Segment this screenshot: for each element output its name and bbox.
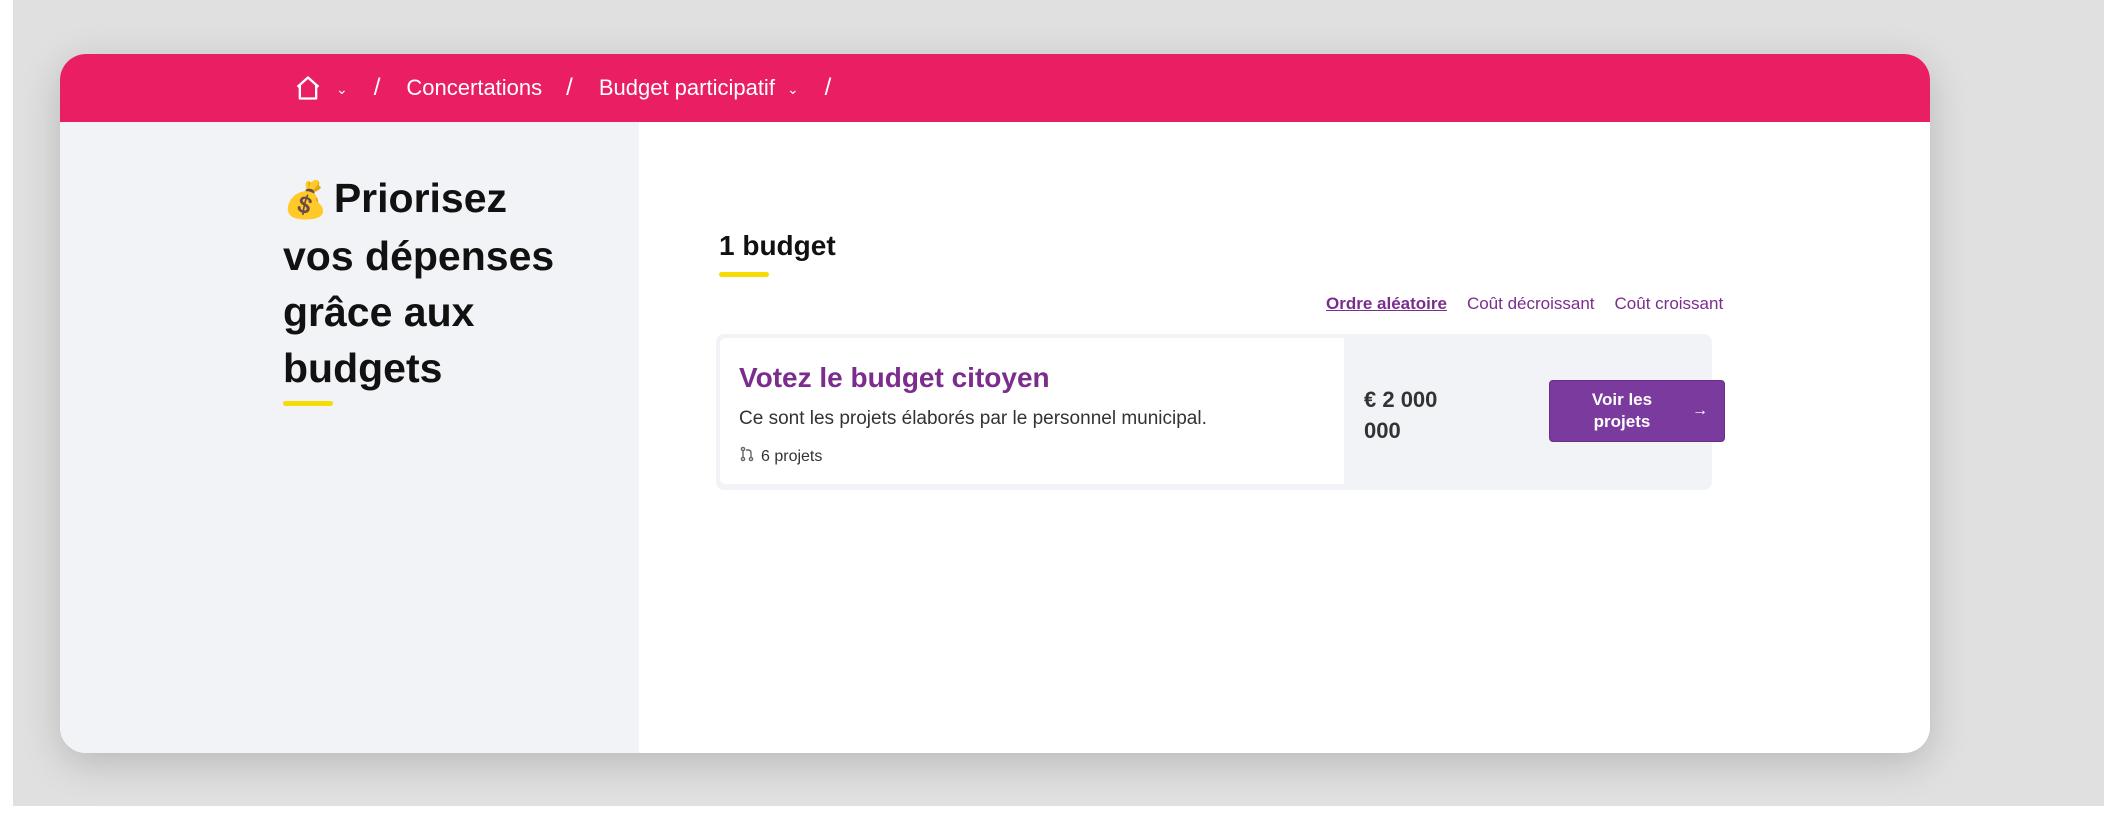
chevron-down-icon[interactable]: ⌄ xyxy=(336,81,348,98)
sort-cost-ascending[interactable]: Coût croissant xyxy=(1615,294,1724,314)
breadcrumb-separator: / xyxy=(373,74,381,101)
main-card: ⌄ / Concertations / Budget participatif … xyxy=(60,54,1930,753)
breadcrumb: ⌄ / Concertations / Budget participatif … xyxy=(292,54,857,122)
page-title: 💰 Priorisez vos dépenses grâce aux budget… xyxy=(283,170,583,406)
top-navigation-bar: ⌄ / Concertations / Budget participatif … xyxy=(60,54,1930,122)
title-line-2: vos dépenses xyxy=(283,233,555,279)
count-underline xyxy=(719,272,769,277)
sort-cost-descending[interactable]: Coût décroissant xyxy=(1467,294,1595,314)
view-projects-button[interactable]: Voir les projets → xyxy=(1549,380,1725,442)
sort-random[interactable]: Ordre aléatoire xyxy=(1326,294,1447,314)
budget-amount-line-2: 000 xyxy=(1364,418,1401,443)
title-line-3: grâce aux xyxy=(283,289,475,335)
sort-options: Ordre aléatoire Coût décroissant Coût cr… xyxy=(1326,294,1723,314)
breadcrumb-item-budget-participatif[interactable]: Budget participatif xyxy=(599,75,775,101)
breadcrumb-item-concertations[interactable]: Concertations xyxy=(406,75,542,101)
breadcrumb-separator: / xyxy=(824,74,832,101)
title-line-4: budgets xyxy=(283,340,442,406)
projects-count: 6 projets xyxy=(739,446,822,467)
chevron-down-icon[interactable]: ⌄ xyxy=(787,81,799,98)
budget-description: Ce sont les projets élaborés par le pers… xyxy=(739,408,1207,429)
title-line-1: Priorisez xyxy=(333,175,508,221)
budget-card: Votez le budget citoyen Ce sont les proj… xyxy=(716,334,1725,490)
breadcrumb-separator: / xyxy=(566,74,573,101)
home-icon[interactable] xyxy=(292,72,324,104)
budget-count: 1 budget xyxy=(719,230,836,261)
arrow-right-icon: → xyxy=(1692,402,1708,419)
budget-card-main: Votez le budget citoyen Ce sont les proj… xyxy=(720,338,1344,484)
budget-amount-line-1: € 2 000 xyxy=(1364,387,1438,412)
projects-count-label: 6 projets xyxy=(761,447,823,465)
budget-title[interactable]: Votez le budget citoyen xyxy=(739,362,1050,394)
budget-amount: € 2 000 000 xyxy=(1364,384,1474,446)
branch-icon xyxy=(739,446,755,467)
view-projects-label: Voir les projets xyxy=(1591,390,1653,431)
money-bag-icon: 💰 xyxy=(283,179,328,220)
